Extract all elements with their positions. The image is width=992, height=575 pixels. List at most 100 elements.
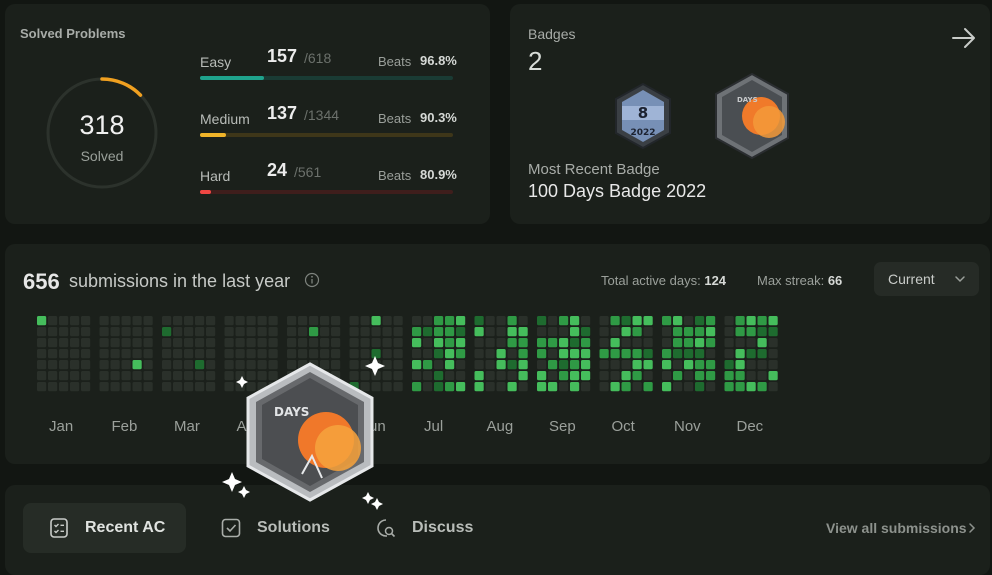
heatmap-cell	[173, 349, 183, 359]
heatmap-cell	[445, 382, 455, 392]
heatmap-cell	[162, 338, 172, 348]
heatmap-cell	[81, 349, 91, 359]
heatmap-cell	[393, 327, 403, 337]
heatmap-cell	[162, 327, 172, 337]
heatmap-cell	[184, 349, 194, 359]
heatmap-cell	[70, 382, 80, 392]
submission-count: 656	[23, 269, 60, 294]
annual-badge-icon[interactable]: 8 2022	[613, 82, 673, 150]
heatmap-cell	[768, 349, 778, 359]
heatmap-cell	[173, 338, 183, 348]
heatmap-cell	[434, 338, 444, 348]
badge-year: 2022	[630, 128, 655, 138]
heatmap-cell	[474, 327, 484, 337]
heatmap-cell	[632, 371, 642, 381]
heatmap-cell	[662, 316, 672, 326]
month-label: Dec	[736, 418, 764, 435]
heatmap-cell	[684, 382, 694, 392]
beats-value: 90.3%	[420, 110, 457, 125]
arrow-right-icon[interactable]	[950, 24, 978, 52]
most-recent-badge-name: 100 Days Badge 2022	[528, 181, 707, 201]
year-select-value: Current	[888, 271, 935, 287]
heatmap-cell	[706, 360, 716, 370]
badges-count: 2	[528, 46, 543, 76]
difficulty-progress-track	[200, 133, 453, 137]
heatmap-cell	[99, 327, 109, 337]
active-days-stat: Total active days: 124	[601, 273, 726, 288]
heatmap-cell	[746, 360, 756, 370]
heatmap-cell	[257, 316, 267, 326]
heatmap-cell	[70, 316, 80, 326]
heatmap-cell	[735, 382, 745, 392]
100-days-badge-icon[interactable]: DAYS	[713, 72, 791, 160]
difficulty-solved: 24	[267, 160, 288, 180]
info-icon[interactable]	[304, 272, 320, 288]
heatmap-cell	[621, 360, 631, 370]
heatmap-cell	[537, 327, 547, 337]
heatmap-cell	[224, 316, 234, 326]
heatmap-cell	[610, 360, 620, 370]
heatmap-cell	[206, 371, 216, 381]
heatmap-cell	[768, 371, 778, 381]
heatmap-cell	[132, 327, 142, 337]
heatmap-cell	[298, 316, 308, 326]
heatmap-cell	[331, 327, 341, 337]
heatmap-cell	[309, 316, 319, 326]
heatmap-cell	[143, 360, 153, 370]
heatmap-cell	[456, 382, 466, 392]
year-select-dropdown[interactable]: Current	[874, 262, 979, 296]
heatmap-cell	[599, 382, 609, 392]
tab-recent-ac[interactable]: Recent AC	[23, 503, 186, 553]
chevron-right-icon[interactable]	[967, 522, 977, 534]
heatmap-cell	[559, 382, 569, 392]
heatmap-cell	[662, 360, 672, 370]
difficulty-total: /561	[294, 164, 322, 180]
heatmap-cell	[59, 371, 69, 381]
heatmap-cell	[610, 349, 620, 359]
heatmap-cell	[599, 360, 609, 370]
heatmap-cell	[99, 382, 109, 392]
heatmap-cell	[643, 327, 653, 337]
heatmap-cell	[434, 382, 444, 392]
heatmap-cell	[162, 371, 172, 381]
heatmap-cell	[507, 360, 517, 370]
heatmap-cell	[412, 349, 422, 359]
discuss-icon	[377, 519, 396, 538]
heatmap-cell	[673, 338, 683, 348]
heatmap-cell	[132, 316, 142, 326]
heatmap-cell	[173, 316, 183, 326]
heatmap-cell	[570, 360, 580, 370]
heatmap-cell	[570, 349, 580, 359]
heatmap-cell	[485, 360, 495, 370]
heatmap-cell	[143, 371, 153, 381]
heatmap-cell	[548, 360, 558, 370]
heatmap-cell	[48, 382, 58, 392]
difficulty-progress-track	[200, 76, 453, 80]
heatmap-cell	[184, 338, 194, 348]
badge-days-text: DAYS	[737, 96, 758, 104]
heatmap-cell	[423, 338, 433, 348]
heatmap-cell	[162, 349, 172, 359]
heatmap-cell	[445, 338, 455, 348]
heatmap-cell	[684, 371, 694, 381]
heatmap-cell	[235, 316, 245, 326]
heatmap-cell	[599, 327, 609, 337]
heatmap-cell	[184, 382, 194, 392]
heatmap-cell	[724, 360, 734, 370]
month-label: Sep	[549, 418, 576, 435]
heatmap-cell	[423, 316, 433, 326]
heatmap-cell	[474, 382, 484, 392]
heatmap-cell	[673, 349, 683, 359]
heatmap-cell	[456, 371, 466, 381]
heatmap-cell	[684, 349, 694, 359]
heatmap-cell	[724, 338, 734, 348]
heatmap-cell	[735, 316, 745, 326]
heatmap-cell	[184, 316, 194, 326]
view-all-submissions-link[interactable]: View all submissions	[826, 520, 967, 536]
heatmap-cell	[518, 349, 528, 359]
heatmap-cell	[610, 382, 620, 392]
heatmap-cell	[456, 338, 466, 348]
month-label: Mar	[174, 418, 200, 435]
heatmap-cell	[643, 360, 653, 370]
heatmap-cell	[268, 338, 278, 348]
